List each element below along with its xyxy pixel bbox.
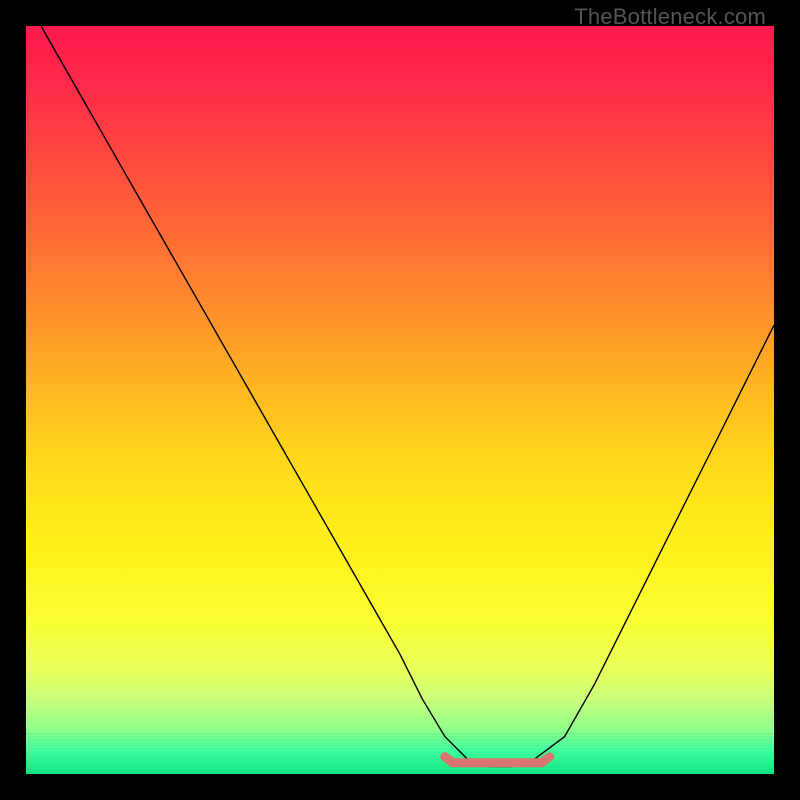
optimal-range-marker <box>445 757 550 763</box>
bottleneck-curve <box>41 26 774 767</box>
plot-area <box>26 26 774 774</box>
curve-svg <box>26 26 774 774</box>
